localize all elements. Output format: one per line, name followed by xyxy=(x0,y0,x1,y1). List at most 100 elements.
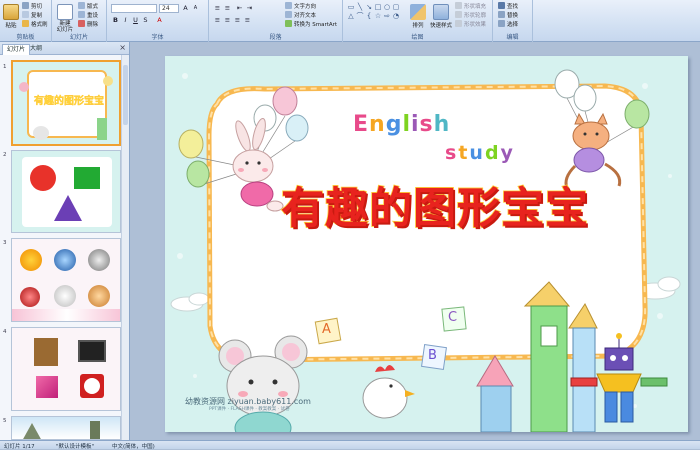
tab-outline[interactable]: 大纲 xyxy=(26,44,46,55)
increase-indent-button[interactable]: ⇥ xyxy=(245,4,254,13)
balloon xyxy=(624,99,650,129)
fill-bucket-icon xyxy=(455,2,462,9)
underline-button[interactable]: U xyxy=(131,16,140,25)
font-color-button[interactable]: A xyxy=(155,16,164,25)
close-icon[interactable]: × xyxy=(119,43,126,52)
shape-outline-label: 形状轮廓 xyxy=(464,13,487,19)
status-bar: 幻灯片 1/17 "默认设计模板" 中文(简体，中国) xyxy=(0,440,700,450)
colored-letter: d xyxy=(484,142,501,164)
arrange-button[interactable]: 排列 xyxy=(409,2,427,29)
editing-group: 查找 替换 选择 编辑 xyxy=(493,0,533,42)
quick-styles-icon xyxy=(433,4,449,20)
drawing-group: ▭ ╲ ↘ □ ○ ▢ △ ⌒ { ☆ ⇨ ◔ 排列 快速样式 形状填充 形状轮… xyxy=(343,0,493,42)
align-left-button[interactable]: ≡ xyxy=(213,16,222,25)
callout-shape-icon[interactable]: ◔ xyxy=(392,12,400,20)
slide-thumbnail-1[interactable]: 有趣的图形宝宝 xyxy=(11,60,121,146)
smartart-button[interactable]: 转换为 SmartArt xyxy=(285,20,337,28)
align-text-icon xyxy=(285,11,292,18)
pane-tabs: 幻灯片 大纲 × xyxy=(0,42,129,55)
brace-shape-icon[interactable]: { xyxy=(365,12,373,20)
scrollbar-thumb[interactable] xyxy=(123,65,128,125)
shape-fill-button[interactable]: 形状填充 xyxy=(455,2,486,10)
smartart-icon xyxy=(285,20,292,27)
layout-button[interactable]: 版式 xyxy=(78,2,98,10)
curve-shape-icon[interactable]: ⌒ xyxy=(356,12,364,20)
reset-button[interactable]: 重设 xyxy=(78,11,98,19)
italic-button[interactable]: I xyxy=(121,16,130,25)
copy-button[interactable]: 复制 xyxy=(22,11,42,19)
effects-icon xyxy=(455,20,462,27)
slide-thumbnail-3[interactable] xyxy=(11,238,121,322)
shrink-font-button[interactable]: A xyxy=(191,4,200,13)
paragraph-label: 段落 xyxy=(269,34,282,41)
slide-thumbnail-5[interactable] xyxy=(11,416,121,440)
letter-b: B xyxy=(428,348,437,363)
align-center-button[interactable]: ≡ xyxy=(223,16,232,25)
textbox-shape-icon[interactable]: ▭ xyxy=(347,3,355,11)
colored-letter: y xyxy=(500,142,515,164)
text-direction-label: 文字方向 xyxy=(294,4,317,10)
slide-number: 2 xyxy=(3,152,7,158)
triangle-shape-icon[interactable]: △ xyxy=(347,12,355,20)
star-shape-icon[interactable]: ☆ xyxy=(374,12,382,20)
scissors-icon xyxy=(22,2,29,9)
colored-letter: u xyxy=(469,142,485,164)
layout-icon xyxy=(78,2,85,9)
colored-letter: l xyxy=(402,112,411,137)
right-arrow-shape-icon[interactable]: ⇨ xyxy=(383,12,391,20)
chair-image xyxy=(34,338,58,366)
slide-title[interactable]: 有趣的图形宝宝 xyxy=(245,174,625,236)
slide-canvas[interactable]: English study 有趣的图形宝宝 A B C 幼教资源网 ziyuan… xyxy=(165,56,688,432)
sun-image xyxy=(20,249,42,271)
rounded-rect-shape-icon[interactable]: ▢ xyxy=(392,3,400,11)
thumb-mouse xyxy=(33,126,49,140)
find-button[interactable]: 查找 xyxy=(498,2,518,10)
text-direction-button[interactable]: 文字方向 xyxy=(285,2,316,10)
reset-icon xyxy=(78,11,85,18)
line-shape-icon[interactable]: ╲ xyxy=(356,3,364,11)
plate-image xyxy=(88,285,110,307)
grow-font-button[interactable]: A xyxy=(181,4,190,13)
text-direction-icon xyxy=(285,2,292,9)
clipboard-group: 粘贴 剪切 复制 格式刷 剪贴板 xyxy=(0,0,52,42)
slide-thumbnail-4[interactable] xyxy=(11,327,121,411)
align-right-button[interactable]: ≡ xyxy=(233,16,242,25)
study-letters: study xyxy=(445,142,515,164)
rect-shape-icon[interactable]: □ xyxy=(374,3,382,11)
arrow-shape-icon[interactable]: ↘ xyxy=(365,3,373,11)
clipboard-label: 剪贴板 xyxy=(16,34,35,41)
bold-button[interactable]: B xyxy=(111,16,120,25)
balloon xyxy=(272,86,298,116)
slide-number: 3 xyxy=(3,240,7,246)
new-slide-icon xyxy=(57,4,73,20)
select-button[interactable]: 选择 xyxy=(498,20,518,28)
strike-button[interactable]: S xyxy=(141,16,150,25)
colored-letter: i xyxy=(411,112,420,137)
quick-styles-button[interactable]: 快速样式 xyxy=(429,2,453,29)
decrease-indent-button[interactable]: ⇤ xyxy=(235,4,244,13)
oval-shape-icon[interactable]: ○ xyxy=(383,3,391,11)
cut-button[interactable]: 剪切 xyxy=(22,2,42,10)
colored-letter: t xyxy=(458,142,470,164)
thumbnail-scrollbar[interactable] xyxy=(121,55,129,440)
format-painter-button[interactable]: 格式刷 xyxy=(22,20,48,28)
justify-button[interactable]: ≡ xyxy=(243,16,252,25)
delete-button[interactable]: 删除 xyxy=(78,20,98,28)
replace-button[interactable]: 替换 xyxy=(498,11,518,19)
shape-effects-label: 形状效果 xyxy=(464,22,487,28)
slide-thumbnail-2[interactable] xyxy=(11,150,121,233)
align-text-button[interactable]: 对齐文本 xyxy=(285,11,316,19)
ball-image xyxy=(20,287,40,307)
replace-icon xyxy=(498,11,505,18)
shape-outline-button[interactable]: 形状轮廓 xyxy=(455,11,486,19)
colored-letter: s xyxy=(419,112,434,137)
numbering-button[interactable]: ≡ xyxy=(223,4,232,13)
bullets-button[interactable]: ≡ xyxy=(213,4,222,13)
replace-label: 替换 xyxy=(507,13,519,19)
font-size-field[interactable]: 24 xyxy=(159,4,179,13)
shape-effects-button[interactable]: 形状效果 xyxy=(455,20,486,28)
paste-button[interactable]: 粘贴 xyxy=(2,2,20,29)
font-name-field[interactable] xyxy=(111,4,157,13)
balloon xyxy=(178,129,204,159)
new-slide-button[interactable]: 新建 幻灯片 xyxy=(55,2,75,33)
